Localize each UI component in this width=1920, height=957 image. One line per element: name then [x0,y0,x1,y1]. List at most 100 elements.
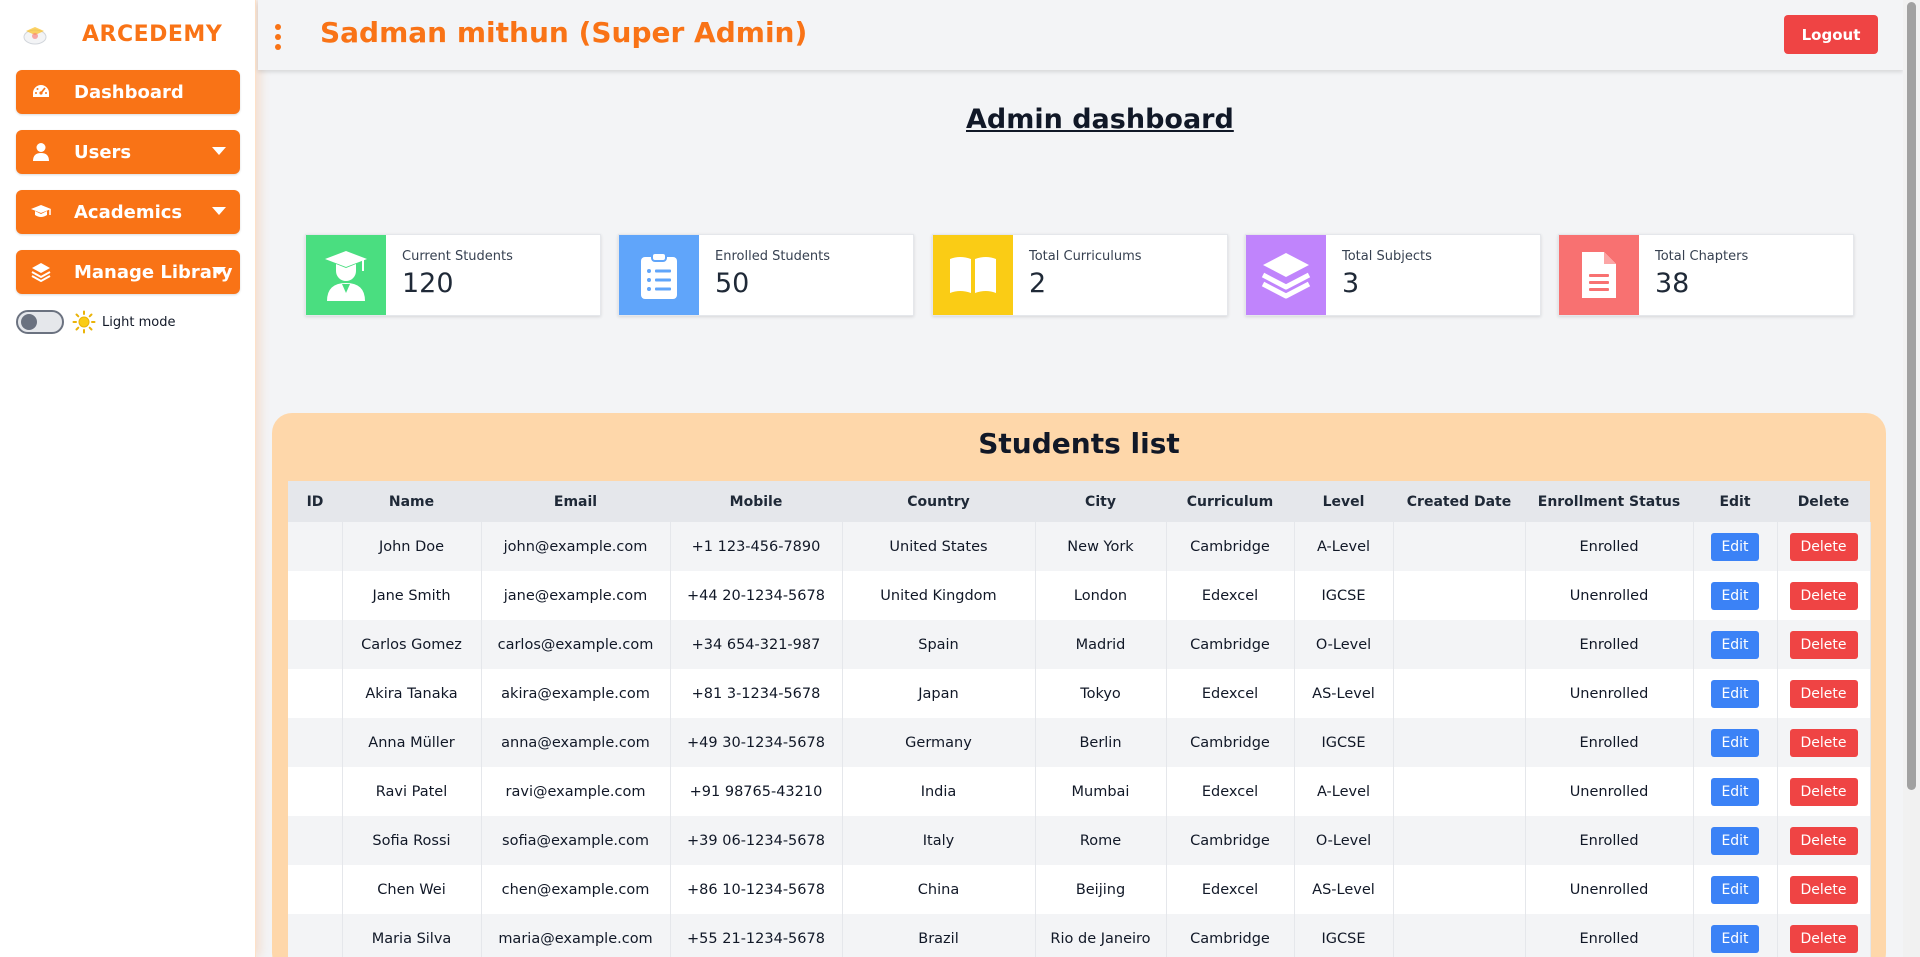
chevron-down-icon [212,207,226,215]
cell-edit: Edit [1693,767,1778,816]
edit-button[interactable]: Edit [1711,777,1759,806]
edit-button[interactable]: Edit [1711,630,1759,659]
cell-curriculum: Cambridge [1166,914,1295,957]
cell-mobile: +91 98765-43210 [670,767,843,816]
cell-mobile: +81 3-1234-5678 [670,669,843,718]
cell-level: A-Level [1294,522,1394,571]
cell-level: IGCSE [1294,571,1394,620]
column-header-id: ID [288,481,342,522]
delete-button[interactable]: Delete [1789,679,1858,708]
delete-button[interactable]: Delete [1789,728,1858,757]
student-icon [306,235,386,315]
cell-email: jane@example.com [481,571,671,620]
theme-mode-label: Light mode [102,314,176,330]
cell-mobile: +39 06-1234-5678 [670,816,843,865]
table-row: Chen Wei chen@example.com +86 10-1234-5678… [288,865,1871,914]
table-row: John Doe john@example.com +1 123-456-7890 U… [288,522,1871,571]
cell-level: O-Level [1294,620,1394,669]
cell-name: Carlos Gomez [342,620,482,669]
table-row: Anna Müller anna@example.com +49 30-1234-5… [288,718,1871,767]
stat-label: Current Students [402,249,513,264]
gauge-icon [30,81,52,103]
theme-switcher: Light mode [16,310,175,334]
sidebar-item-academics[interactable]: Academics [16,190,240,234]
layers-icon [30,261,52,283]
cell-country: Spain [842,620,1036,669]
stat-label: Total Subjects [1342,249,1432,264]
cell-curriculum: Cambridge [1166,620,1295,669]
sidebar-item-label: Academics [74,201,183,223]
cell-id [288,914,343,957]
edit-button[interactable]: Edit [1711,924,1759,953]
cell-mobile: +1 123-456-7890 [670,522,843,571]
page-scrollbar[interactable] [1903,0,1920,957]
table-row: Jane Smith jane@example.com +44 20-1234-56… [288,571,1871,620]
cell-city: Rio de Janeiro [1035,914,1167,957]
delete-button[interactable]: Delete [1789,875,1858,904]
sidebar-item-label: Users [74,141,132,163]
cell-country: Italy [842,816,1036,865]
cell-curriculum: Edexcel [1166,571,1295,620]
cell-email: maria@example.com [481,914,671,957]
cell-level: AS-Level [1294,669,1394,718]
edit-button[interactable]: Edit [1711,875,1759,904]
cell-enrollment-status: Enrolled [1525,816,1694,865]
delete-button[interactable]: Delete [1789,581,1858,610]
students-panel: Students list ID Name Email Mobile Count… [272,413,1886,957]
cell-created-date [1393,865,1526,914]
scrollbar-thumb[interactable] [1907,2,1916,790]
cell-id [288,767,343,816]
delete-button[interactable]: Delete [1789,630,1858,659]
page-title: Admin dashboard [966,104,1234,135]
cell-edit: Edit [1693,816,1778,865]
logout-button[interactable]: Logout [1784,15,1878,54]
column-header-delete: Delete [1777,481,1870,522]
cell-edit: Edit [1693,669,1778,718]
kebab-menu-icon[interactable] [273,24,283,50]
cell-email: john@example.com [481,522,671,571]
cell-id [288,865,343,914]
stat-label: Total Curriculums [1029,249,1142,264]
cell-name: Ravi Patel [342,767,482,816]
cell-delete: Delete [1777,669,1871,718]
edit-button[interactable]: Edit [1711,679,1759,708]
stat-card-enrolled-students: Enrolled Students 50 [618,234,914,316]
cell-email: anna@example.com [481,718,671,767]
column-header-mobile: Mobile [670,481,842,522]
delete-button[interactable]: Delete [1789,826,1858,855]
delete-button[interactable]: Delete [1789,924,1858,953]
cell-delete: Delete [1777,718,1871,767]
clipboard-list-icon [619,235,699,315]
cell-edit: Edit [1693,620,1778,669]
cell-name: Sofia Rossi [342,816,482,865]
cell-enrollment-status: Unenrolled [1525,767,1694,816]
edit-button[interactable]: Edit [1711,532,1759,561]
theme-toggle[interactable] [16,310,64,334]
sidebar-item-manage-library[interactable]: Manage Library [16,250,240,294]
delete-button[interactable]: Delete [1789,777,1858,806]
cell-city: Beijing [1035,865,1167,914]
cell-mobile: +49 30-1234-5678 [670,718,843,767]
column-header-country: Country [842,481,1035,522]
delete-button[interactable]: Delete [1789,532,1858,561]
cell-enrollment-status: Enrolled [1525,718,1694,767]
cell-edit: Edit [1693,718,1778,767]
stat-value: 2 [1029,268,1047,299]
cell-delete: Delete [1777,571,1871,620]
cell-mobile: +55 21-1234-5678 [670,914,843,957]
cell-name: John Doe [342,522,482,571]
cell-curriculum: Edexcel [1166,767,1295,816]
stat-card-total-chapters: Total Chapters 38 [1558,234,1854,316]
column-header-level: Level [1294,481,1393,522]
layers-icon [1246,235,1326,315]
stat-value: 50 [715,268,750,299]
sidebar-item-dashboard[interactable]: Dashboard [16,70,240,114]
column-header-email: Email [481,481,670,522]
table-header-row: ID Name Email Mobile Country City Curric… [288,481,1870,522]
edit-button[interactable]: Edit [1711,728,1759,757]
edit-button[interactable]: Edit [1711,826,1759,855]
sidebar-item-users[interactable]: Users [16,130,240,174]
edit-button[interactable]: Edit [1711,581,1759,610]
top-bar: Sadman mithun (Super Admin) Logout [258,0,1903,70]
cell-email: carlos@example.com [481,620,671,669]
